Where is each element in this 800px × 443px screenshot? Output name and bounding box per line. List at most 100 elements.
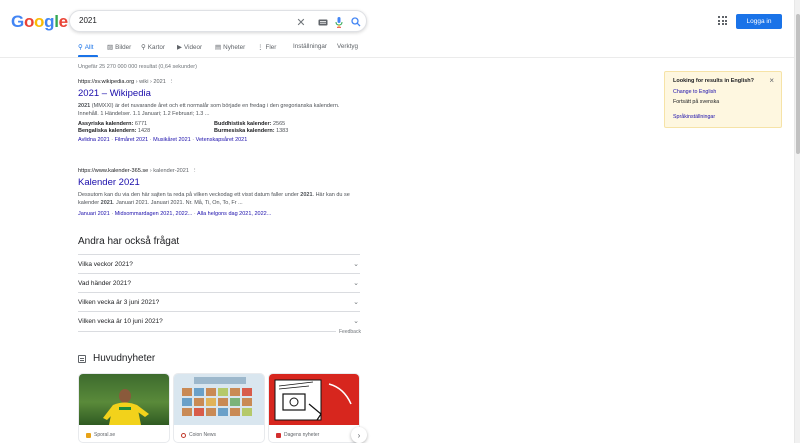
header: Google 2021 ✕ Logga in [0, 0, 794, 40]
keyboard-icon[interactable] [316, 15, 330, 29]
tab-tools[interactable]: Verktyg [337, 43, 358, 50]
tab-label: Verktyg [337, 43, 358, 50]
paa-question[interactable]: Vad händer 2021? ⌄ [78, 273, 360, 292]
result-snippet: 2021 (MMXXI) är det nuvarande året och e… [78, 102, 358, 119]
sitelink[interactable]: Filmåret 2021 [115, 137, 149, 143]
sitelink[interactable]: Musikåret 2021 [153, 137, 191, 143]
paa-question[interactable]: Vilken vecka är 3 juni 2021? ⌄ [78, 292, 360, 311]
result-title[interactable]: Kalender 2021 [78, 177, 368, 188]
fact-item: Buddhistisk kalender: 2565 [214, 121, 350, 127]
fact-item: Assyriska kalendern: 6771 [78, 121, 214, 127]
chevron-down-icon: ⌄ [353, 280, 359, 287]
tab-images[interactable]: ▨ Bilder [107, 43, 131, 52]
language-suggestion-box: Looking for results in English? × Change… [664, 71, 782, 128]
active-tab-indicator [78, 55, 98, 57]
snippet-text: . Januari 2021. Januari 2021. Nr. Må, Ti… [112, 200, 243, 207]
logo-letter-g2: g [44, 12, 55, 31]
tab-settings[interactable]: Inställningar [293, 43, 327, 50]
top-stories-header: Huvudnyheter [78, 353, 155, 364]
tab-all[interactable]: ⚲ Allt [78, 43, 94, 52]
close-icon[interactable]: × [769, 76, 774, 85]
tab-label: Allt [84, 43, 94, 51]
tab-more[interactable]: ⋮ Fler [257, 43, 277, 52]
tab-news[interactable]: ▤ Nyheter [215, 43, 246, 52]
source-favicon-icon [276, 432, 281, 438]
result-url[interactable]: https://sv.wikipedia.org › wiki › 2021 ⋮ [78, 79, 368, 85]
paa-question[interactable]: Vilka veckor 2021? ⌄ [78, 254, 360, 273]
news-source: Dagens nyheter [276, 432, 319, 438]
fact-value: 6771 [134, 120, 148, 127]
map-pin-icon: ⚲ [141, 44, 146, 51]
logo-letter-o1: o [23, 12, 35, 31]
keep-swedish-link[interactable]: Fortsätt på svenska [673, 99, 719, 105]
sitelink[interactable]: Januari 2021 [78, 211, 110, 217]
feedback-link[interactable]: Feedback [336, 329, 361, 335]
tab-maps[interactable]: ⚲ Kartor [141, 43, 165, 52]
paa-question-text: Vilka veckor 2021? [78, 261, 133, 268]
news-card[interactable]: Sporal.se [78, 373, 170, 443]
scrollbar[interactable] [794, 0, 800, 443]
news-source: Coion News [181, 432, 216, 438]
fact-value: 1428 [137, 127, 151, 134]
fact-label: Burmesiska kalendern: [214, 127, 275, 134]
news-source: Sporal.se [86, 432, 115, 438]
result-title[interactable]: 2021 – Wikipedia [78, 88, 368, 99]
result-breadcrumb: › kalender-2021 [148, 168, 190, 174]
divider [78, 331, 360, 332]
news-source-name: Sporal.se [94, 432, 116, 438]
news-source-name: Coion News [189, 432, 216, 438]
sitelink[interactable]: Midsommardagen 2021, 2022... [115, 211, 193, 217]
paa-question[interactable]: Vilken vecka är 10 juni 2021? ⌄ [78, 311, 360, 330]
login-button[interactable]: Logga in [736, 14, 782, 29]
fact-value: 2565 [273, 120, 286, 127]
more-icon: ⋮ [257, 44, 264, 51]
chevron-down-icon: ⌄ [353, 261, 359, 268]
more-options-icon[interactable]: ⋮ [169, 79, 175, 85]
tab-label: Nyheter [223, 43, 246, 51]
paa-question-text: Vilken vecka är 10 juni 2021? [78, 318, 163, 325]
top-stories-title: Huvudnyheter [93, 353, 156, 364]
search-box[interactable]: 2021 ✕ [69, 10, 367, 32]
language-box-title: Looking for results in English? [673, 78, 754, 84]
news-card[interactable]: Dagens nyheter [268, 373, 360, 443]
source-favicon-icon [86, 432, 91, 438]
news-thumbnail [269, 374, 359, 425]
tab-label: Fler [265, 43, 277, 51]
result-sitelinks: Januari 2021 · Midsommardagen 2021, 2022… [78, 210, 272, 217]
language-settings-link[interactable]: Språkinställningar [673, 114, 715, 120]
microphone-icon[interactable] [332, 15, 346, 29]
news-icon: ▤ [215, 44, 222, 51]
result-url[interactable]: https://www.kalender-365.se › kalender-2… [78, 168, 368, 174]
fact-label: Bengaliska kalendern: [78, 127, 137, 134]
apps-grid-icon[interactable] [718, 16, 727, 25]
result-stats: Ungefär 25 270 000 000 resultat (0,64 se… [78, 64, 197, 70]
snippet-bold: 2021 [100, 200, 113, 207]
clear-icon[interactable]: ✕ [294, 15, 308, 29]
scrollbar-thumb[interactable] [796, 14, 800, 154]
google-logo[interactable]: Google [11, 12, 68, 32]
search-input[interactable]: 2021 [79, 16, 97, 25]
snippet-text: (MMXXI) är det nuvarande året och ett no… [78, 103, 340, 118]
fact-item: Bengaliska kalendern: 1428 [78, 128, 214, 134]
people-also-ask-title: Andra har också frågat [78, 236, 180, 247]
sitelink[interactable]: Avlidna 2021 [78, 137, 110, 143]
search-icon: ⚲ [78, 44, 83, 51]
sitelink[interactable]: Alla helgons dag 2021, 2022... [197, 211, 271, 217]
chevron-right-icon[interactable]: › [351, 427, 367, 443]
sitelink[interactable]: Vetenskapsåret 2021 [196, 137, 248, 143]
video-icon: ▶ [177, 44, 182, 51]
snippet-bold: 2021 [78, 103, 91, 109]
snippet-text: Dessutom kan du via den här sajten ta re… [78, 192, 301, 198]
search-icon[interactable] [349, 15, 363, 29]
more-options-icon[interactable]: ⋮ [192, 168, 198, 174]
news-card[interactable]: Coion News [173, 373, 265, 443]
fact-value: 1383 [276, 127, 289, 134]
tab-label: Inställningar [293, 43, 327, 50]
change-to-english-link[interactable]: Change to English [673, 89, 716, 95]
tab-videos[interactable]: ▶ Videor [177, 43, 202, 52]
newspaper-icon [78, 354, 86, 363]
tab-label: Kartor [147, 43, 165, 51]
result-domain: https://sv.wikipedia.org [78, 79, 135, 85]
result-facts: Assyriska kalendern: 6771 Buddhistisk ka… [78, 121, 368, 134]
news-thumbnail [79, 374, 169, 425]
